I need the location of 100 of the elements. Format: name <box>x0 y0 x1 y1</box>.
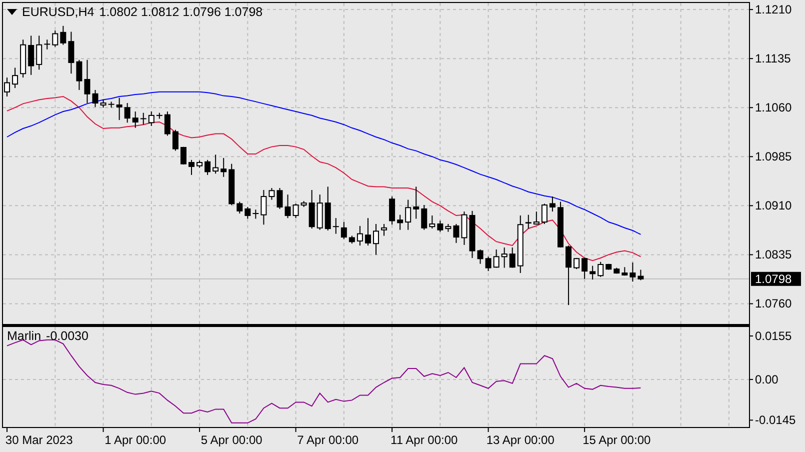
candlestick <box>148 111 154 126</box>
axis-label: 1.1060 <box>755 100 792 115</box>
candlestick <box>638 269 644 281</box>
candlestick <box>92 89 98 108</box>
candlestick <box>461 211 468 246</box>
candlestick <box>373 223 379 256</box>
candlestick <box>477 248 484 264</box>
candlestick <box>348 235 355 244</box>
indicator-name: Marlin <box>7 329 42 343</box>
candlestick <box>212 154 219 174</box>
candlestick <box>606 263 612 270</box>
candlestick <box>268 188 275 200</box>
candlestick <box>533 211 540 226</box>
candlestick <box>501 247 508 268</box>
candlestick <box>509 247 516 268</box>
candlestick <box>244 206 251 220</box>
candlestick <box>622 266 628 276</box>
candlestick <box>389 196 396 226</box>
indicator-value: -0.0030 <box>46 329 88 343</box>
candlestick <box>445 223 452 232</box>
candlestick <box>340 222 347 240</box>
candlestick <box>453 223 460 244</box>
candlestick <box>132 111 138 128</box>
candlestick <box>116 97 122 121</box>
axis-label: 5 Apr 00:00 <box>200 433 262 447</box>
candlestick <box>558 201 564 248</box>
candlestick <box>332 218 339 234</box>
candlestick <box>549 196 556 212</box>
symbol-label: EURUSD,H4 <box>22 5 94 19</box>
candlestick <box>566 245 572 306</box>
candlestick <box>574 257 580 270</box>
candlestick <box>308 189 315 230</box>
axis-label: -0.0145 <box>755 413 796 428</box>
candlestick <box>381 223 388 236</box>
candlestick <box>590 265 596 280</box>
current-price-label: 1.0798 <box>751 272 801 286</box>
candlestick <box>356 225 363 246</box>
axis-label: 7 Apr 00:00 <box>297 433 359 447</box>
candlestick <box>517 214 524 274</box>
axis-label: 1.1135 <box>755 52 791 66</box>
candlestick <box>84 59 90 104</box>
candlestick <box>292 203 299 219</box>
candlestick <box>164 111 170 136</box>
axis-label: 13 Apr 00:00 <box>486 433 554 447</box>
axis-label: 1.1210 <box>755 2 792 17</box>
candlestick <box>260 189 267 226</box>
candlestick <box>525 214 532 230</box>
candlestick <box>284 194 291 219</box>
axis-label: 1.0910 <box>755 198 792 213</box>
candlestick <box>172 129 178 152</box>
candlestick <box>469 210 476 258</box>
candlestick <box>429 214 436 230</box>
candlestick <box>68 31 74 74</box>
axis-label: 0.0155 <box>755 328 792 343</box>
ohlc-values: 1.0802 1.0812 1.0796 1.0798 <box>99 5 263 19</box>
axis-label: 15 Apr 00:00 <box>582 433 651 447</box>
candlestick <box>541 203 548 224</box>
axis-label: 0.00 <box>755 372 778 386</box>
candlestick <box>582 257 588 280</box>
candlestick <box>630 262 636 282</box>
candlestick <box>52 30 58 48</box>
candlestick <box>276 188 283 210</box>
candlestick <box>180 146 186 165</box>
candlestick <box>220 157 227 178</box>
candlestick <box>228 163 235 206</box>
caret-icon[interactable] <box>7 9 17 15</box>
candlestick <box>20 39 26 78</box>
candlestick <box>196 160 203 168</box>
candlestick <box>124 102 130 124</box>
axis-label: 1.0985 <box>755 150 792 164</box>
candlestick <box>204 159 211 176</box>
candlestick <box>12 67 18 88</box>
candlestick <box>156 112 162 120</box>
candlestick <box>252 209 259 220</box>
axis-label: 1.0760 <box>755 296 792 311</box>
candlestick <box>28 35 34 76</box>
axis-label: 1 Apr 00:00 <box>104 433 166 447</box>
candlestick <box>140 112 146 126</box>
axis-label: 1.0835 <box>755 248 792 262</box>
ref-line-label: 1.0798 <box>755 272 792 286</box>
candlestick <box>188 159 194 176</box>
candlestick <box>76 59 82 90</box>
candlestick <box>405 199 412 230</box>
candlestick <box>236 201 243 214</box>
candlestick <box>493 248 500 268</box>
candlestick <box>397 214 404 230</box>
candlestick <box>421 204 428 230</box>
candlestick <box>100 99 106 108</box>
candlestick <box>413 186 420 220</box>
axis-label: 11 Apr 00:00 <box>390 433 458 447</box>
candlestick <box>316 194 323 230</box>
candlestick <box>598 261 604 278</box>
candlestick <box>614 267 620 274</box>
candlestick <box>324 186 331 231</box>
candlestick <box>485 256 492 272</box>
candlestick <box>60 25 66 46</box>
candlestick <box>364 218 371 246</box>
candlestick <box>108 101 114 108</box>
candlestick <box>437 220 444 232</box>
candlestick <box>36 35 42 70</box>
